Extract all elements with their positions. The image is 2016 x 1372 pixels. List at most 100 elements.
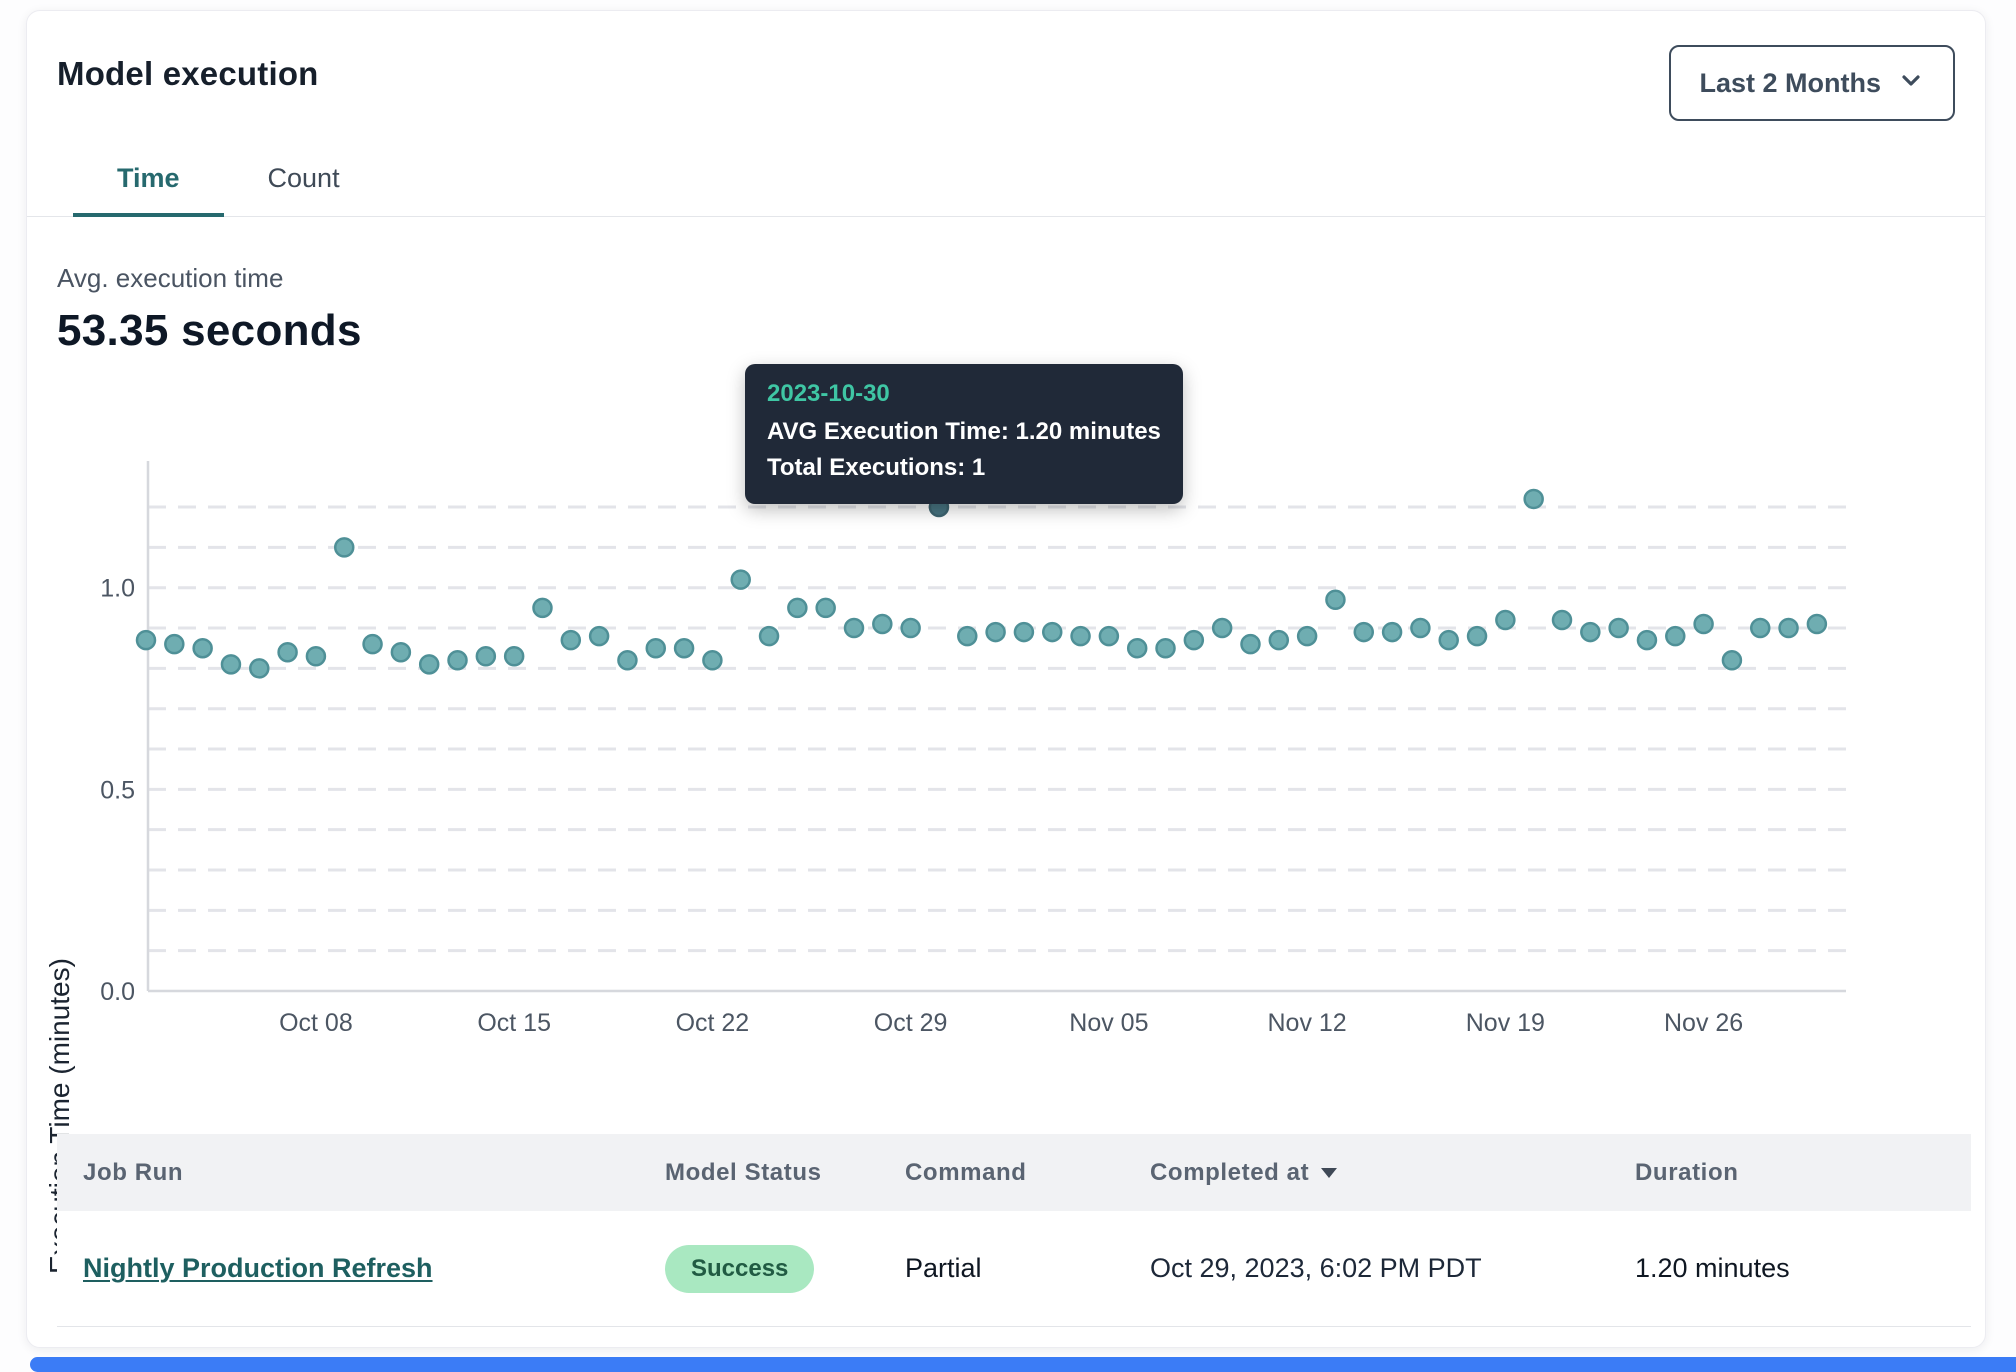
stat-block: Avg. execution time 53.35 seconds bbox=[27, 263, 1985, 356]
scatter-point[interactable] bbox=[449, 651, 467, 669]
scatter-point[interactable] bbox=[1326, 591, 1344, 609]
scatter-point[interactable] bbox=[1100, 627, 1118, 645]
scatter-point[interactable] bbox=[1072, 627, 1090, 645]
scatter-point[interactable] bbox=[618, 651, 636, 669]
date-range-dropdown[interactable]: Last 2 Months bbox=[1669, 45, 1955, 121]
col-header-duration: Duration bbox=[1635, 1159, 1971, 1187]
scatter-point[interactable] bbox=[194, 639, 212, 657]
x-tick-label: Nov 19 bbox=[1466, 1009, 1545, 1037]
scatter-point[interactable] bbox=[165, 635, 183, 653]
scatter-point[interactable] bbox=[1383, 623, 1401, 641]
scatter-point[interactable] bbox=[392, 643, 410, 661]
col-header-completed-at[interactable]: Completed at bbox=[1150, 1159, 1635, 1187]
scatter-point[interactable] bbox=[335, 538, 353, 556]
scatter-point[interactable] bbox=[647, 639, 665, 657]
tooltip-date: 2023-10-30 bbox=[767, 380, 1161, 408]
x-tick-label: Nov 05 bbox=[1069, 1009, 1148, 1037]
chart-tabs: Time Count bbox=[27, 163, 1985, 217]
scatter-point[interactable] bbox=[562, 631, 580, 649]
job-runs-table: Job Run Model Status Command Completed a… bbox=[57, 1134, 1971, 1327]
chart-area: Execution Time (minutes) 0.00.51.0Oct 08… bbox=[27, 431, 1987, 1111]
scatter-point[interactable] bbox=[845, 619, 863, 637]
page-title: Model execution bbox=[57, 55, 319, 93]
table-header-row: Job Run Model Status Command Completed a… bbox=[57, 1134, 1971, 1211]
scatter-point[interactable] bbox=[1468, 627, 1486, 645]
duration-cell: 1.20 minutes bbox=[1635, 1253, 1971, 1284]
stat-label: Avg. execution time bbox=[57, 263, 1985, 294]
col-header-model-status: Model Status bbox=[665, 1159, 905, 1187]
scatter-point[interactable] bbox=[1808, 615, 1826, 633]
scatter-point[interactable] bbox=[1015, 623, 1033, 641]
scatter-point[interactable] bbox=[1157, 639, 1175, 657]
tab-time[interactable]: Time bbox=[73, 163, 224, 216]
scatter-point[interactable] bbox=[590, 627, 608, 645]
scatter-point[interactable] bbox=[1638, 631, 1656, 649]
y-tick-label: 1.0 bbox=[100, 575, 135, 603]
scatter-point[interactable] bbox=[1723, 651, 1741, 669]
scatter-point[interactable] bbox=[1581, 623, 1599, 641]
scatter-point[interactable] bbox=[987, 623, 1005, 641]
scatter-point[interactable] bbox=[137, 631, 155, 649]
scatter-point[interactable] bbox=[1185, 631, 1203, 649]
scatter-point[interactable] bbox=[1043, 623, 1061, 641]
y-tick-label: 0.5 bbox=[100, 776, 135, 804]
scatter-point[interactable] bbox=[1270, 631, 1288, 649]
x-tick-label: Oct 15 bbox=[477, 1009, 551, 1037]
scatter-point[interactable] bbox=[420, 655, 438, 673]
scatter-point[interactable] bbox=[1695, 615, 1713, 633]
scatter-point[interactable] bbox=[1440, 631, 1458, 649]
scatter-point[interactable] bbox=[958, 627, 976, 645]
command-cell: Partial bbox=[905, 1253, 1150, 1284]
x-tick-label: Nov 26 bbox=[1664, 1009, 1743, 1037]
scatter-point[interactable] bbox=[1553, 611, 1571, 629]
tab-count[interactable]: Count bbox=[224, 163, 384, 216]
scatter-point[interactable] bbox=[1241, 635, 1259, 653]
col-header-job-run: Job Run bbox=[57, 1159, 665, 1187]
tooltip-total-line: Total Executions: 1 bbox=[767, 450, 1161, 486]
scatter-point[interactable] bbox=[1666, 627, 1684, 645]
card-header: Model execution Last 2 Months bbox=[27, 11, 1985, 121]
scatter-point[interactable] bbox=[505, 647, 523, 665]
date-range-label: Last 2 Months bbox=[1699, 68, 1881, 99]
scatter-point[interactable] bbox=[817, 599, 835, 617]
x-tick-label: Oct 08 bbox=[279, 1009, 353, 1037]
execution-time-chart[interactable]: 0.0 0.5 1.0 Oct 08 Oct 15 Oct 22 Oct 29 Nov 05 N… bbox=[27, 431, 1987, 1111]
completed-at-cell: Oct 29, 2023, 6:02 PM PDT bbox=[1150, 1253, 1635, 1284]
scatter-point[interactable] bbox=[250, 659, 268, 677]
scatter-point[interactable] bbox=[760, 627, 778, 645]
scatter-point[interactable] bbox=[902, 619, 920, 637]
scatter-point[interactable] bbox=[1411, 619, 1429, 637]
scatter-point[interactable] bbox=[533, 599, 551, 617]
scatter-point[interactable] bbox=[1355, 623, 1373, 641]
table-row: Nightly Production Refresh Success Parti… bbox=[57, 1211, 1971, 1327]
scatter-point[interactable] bbox=[703, 651, 721, 669]
scatter-point[interactable] bbox=[788, 599, 806, 617]
scatter-point[interactable] bbox=[279, 643, 297, 661]
scatter-point[interactable] bbox=[1213, 619, 1231, 637]
scatter-point[interactable] bbox=[675, 639, 693, 657]
scatter-point[interactable] bbox=[873, 615, 891, 633]
horizontal-scrollbar[interactable] bbox=[30, 1357, 2016, 1372]
model-execution-card: Model execution Last 2 Months Time Count… bbox=[26, 10, 1986, 1348]
y-tick-label: 0.0 bbox=[100, 978, 135, 1006]
x-tick-label: Oct 22 bbox=[676, 1009, 750, 1037]
scatter-point[interactable] bbox=[1610, 619, 1628, 637]
scatter-point[interactable] bbox=[307, 647, 325, 665]
scatter-point[interactable] bbox=[732, 571, 750, 589]
scatter-point[interactable] bbox=[477, 647, 495, 665]
x-tick-label: Oct 29 bbox=[874, 1009, 948, 1037]
stat-value: 53.35 seconds bbox=[57, 306, 1985, 356]
scatter-point[interactable] bbox=[1751, 619, 1769, 637]
x-tick-label: Nov 12 bbox=[1268, 1009, 1347, 1037]
scatter-point[interactable] bbox=[1128, 639, 1146, 657]
scatter-point[interactable] bbox=[364, 635, 382, 653]
chart-tooltip: 2023-10-30 AVG Execution Time: 1.20 minu… bbox=[745, 364, 1183, 504]
job-run-link[interactable]: Nightly Production Refresh bbox=[83, 1253, 433, 1283]
scatter-point[interactable] bbox=[1496, 611, 1514, 629]
scatter-point[interactable] bbox=[1525, 490, 1543, 508]
scatter-point[interactable] bbox=[222, 655, 240, 673]
scatter-point[interactable] bbox=[1780, 619, 1798, 637]
chevron-down-icon bbox=[1897, 66, 1925, 101]
tooltip-avg-line: AVG Execution Time: 1.20 minutes bbox=[767, 414, 1161, 450]
scatter-point[interactable] bbox=[1298, 627, 1316, 645]
